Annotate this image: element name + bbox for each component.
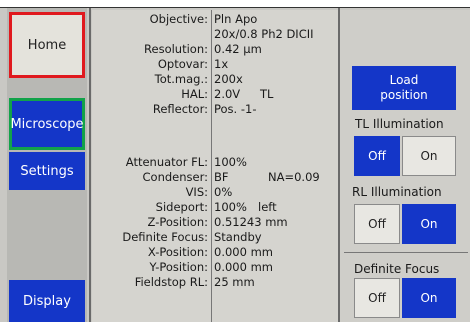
status-row-reflector: Reflector: Pos. -1- — [92, 102, 338, 117]
status-row-resolution: Resolution: 0.42 µm — [92, 42, 338, 57]
status-row-ypos: Y-Position: 0.000 mm — [92, 260, 338, 275]
reflector-value: Pos. -1- — [214, 102, 257, 116]
status-row-vis: VIS: 0% — [92, 185, 338, 200]
rl-on-button[interactable]: On — [402, 204, 456, 244]
nav-divider — [89, 8, 91, 322]
sideport-side-value: left — [258, 200, 277, 214]
load-position-label-line1: Load — [389, 73, 419, 87]
status-row-objective: Objective: Pln Apo — [92, 12, 338, 27]
status-column-divider — [211, 10, 212, 322]
status-row-xpos: X-Position: 0.000 mm — [92, 245, 338, 260]
nav-display-label: Display — [23, 293, 71, 309]
df-off-label: Off — [368, 291, 386, 305]
status-row-condenser: Condenser: BF NA=0.09 — [92, 170, 338, 185]
condenser-label: Condenser: — [142, 170, 209, 184]
status-row-objective-detail: 20x/0.8 Ph2 DICII — [92, 27, 338, 42]
tl-on-button[interactable]: On — [402, 136, 456, 176]
nav-home-button[interactable]: Home — [9, 12, 85, 78]
attenuator-value: 100% — [214, 155, 247, 169]
df-on-button[interactable]: On — [402, 278, 456, 318]
condenser-value: BF — [214, 170, 229, 184]
definite-focus-label: Definite Focus: — [122, 230, 208, 244]
hal-label: HAL: — [181, 87, 208, 101]
objective-label: Objective: — [149, 12, 208, 26]
df-on-label: On — [420, 291, 438, 305]
rl-on-label: On — [420, 217, 438, 231]
vis-value: 0% — [214, 185, 233, 199]
control-separator — [344, 252, 468, 253]
totmag-label: Tot.mag.: — [154, 72, 208, 86]
definite-focus-control-label: Definite Focus — [354, 262, 440, 276]
nav-home-label: Home — [27, 37, 67, 53]
definite-focus-value: Standby — [214, 230, 262, 244]
sideport-label: Sideport: — [155, 200, 208, 214]
fieldstop-value: 25 mm — [214, 275, 255, 289]
rl-illumination-label: RL Illumination — [352, 185, 442, 199]
resolution-label: Resolution: — [144, 42, 208, 56]
status-row-fieldstop: Fieldstop RL: 25 mm — [92, 275, 338, 290]
reflector-label: Reflector: — [152, 102, 208, 116]
hal-mode-value: TL — [260, 87, 274, 101]
objective-value: Pln Apo — [214, 12, 258, 26]
tl-off-label: Off — [368, 149, 386, 163]
nav-microscope-button[interactable]: Microscope — [9, 98, 85, 150]
tl-off-button[interactable]: Off — [354, 136, 400, 176]
status-row-sideport: Sideport: 100% left — [92, 200, 338, 215]
ypos-value: 0.000 mm — [214, 260, 273, 274]
df-off-button[interactable]: Off — [354, 278, 400, 318]
ypos-label: Y-Position: — [149, 260, 208, 274]
totmag-value: 200x — [214, 72, 243, 86]
objective-detail-value: 20x/0.8 Ph2 DICII — [214, 27, 314, 41]
condenser-na-value: NA=0.09 — [268, 170, 320, 184]
tl-illumination-label: TL Illumination — [355, 117, 444, 131]
tl-on-label: On — [420, 149, 438, 163]
status-row-definite-focus: Definite Focus: Standby — [92, 230, 338, 245]
status-row-totmag: Tot.mag.: 200x — [92, 72, 338, 87]
status-row-attenuator: Attenuator FL: 100% — [92, 155, 338, 170]
zpos-label: Z-Position: — [147, 215, 208, 229]
fieldstop-label: Fieldstop RL: — [134, 275, 208, 289]
optovar-value: 1x — [214, 57, 229, 71]
status-panel: Objective: Pln Apo 20x/0.8 Ph2 DICII Res… — [92, 10, 338, 322]
attenuator-label: Attenuator FL: — [125, 155, 208, 169]
nav-settings-label: Settings — [20, 163, 74, 179]
nav-display-button[interactable]: Display — [9, 280, 85, 322]
status-row-zpos: Z-Position: 0.51243 mm — [92, 215, 338, 230]
xpos-value: 0.000 mm — [214, 245, 273, 259]
resolution-value: 0.42 µm — [214, 42, 262, 56]
rl-off-label: Off — [368, 217, 386, 231]
hal-value: 2.0V — [214, 87, 241, 101]
status-row-optovar: Optovar: 1x — [92, 57, 338, 72]
load-position-button[interactable]: Load position — [352, 66, 456, 110]
xpos-label: X-Position: — [147, 245, 208, 259]
status-row-hal: HAL: 2.0V TL — [92, 87, 338, 102]
nav-settings-button[interactable]: Settings — [9, 152, 85, 190]
nav-microscope-label: Microscope — [10, 116, 84, 132]
sideport-value: 100% — [214, 200, 247, 214]
top-edge — [0, 0, 470, 8]
load-position-label-line2: position — [380, 88, 428, 102]
rl-off-button[interactable]: Off — [354, 204, 400, 244]
vis-label: VIS: — [185, 185, 208, 199]
zpos-value: 0.51243 mm — [214, 215, 288, 229]
optovar-label: Optovar: — [157, 57, 208, 71]
